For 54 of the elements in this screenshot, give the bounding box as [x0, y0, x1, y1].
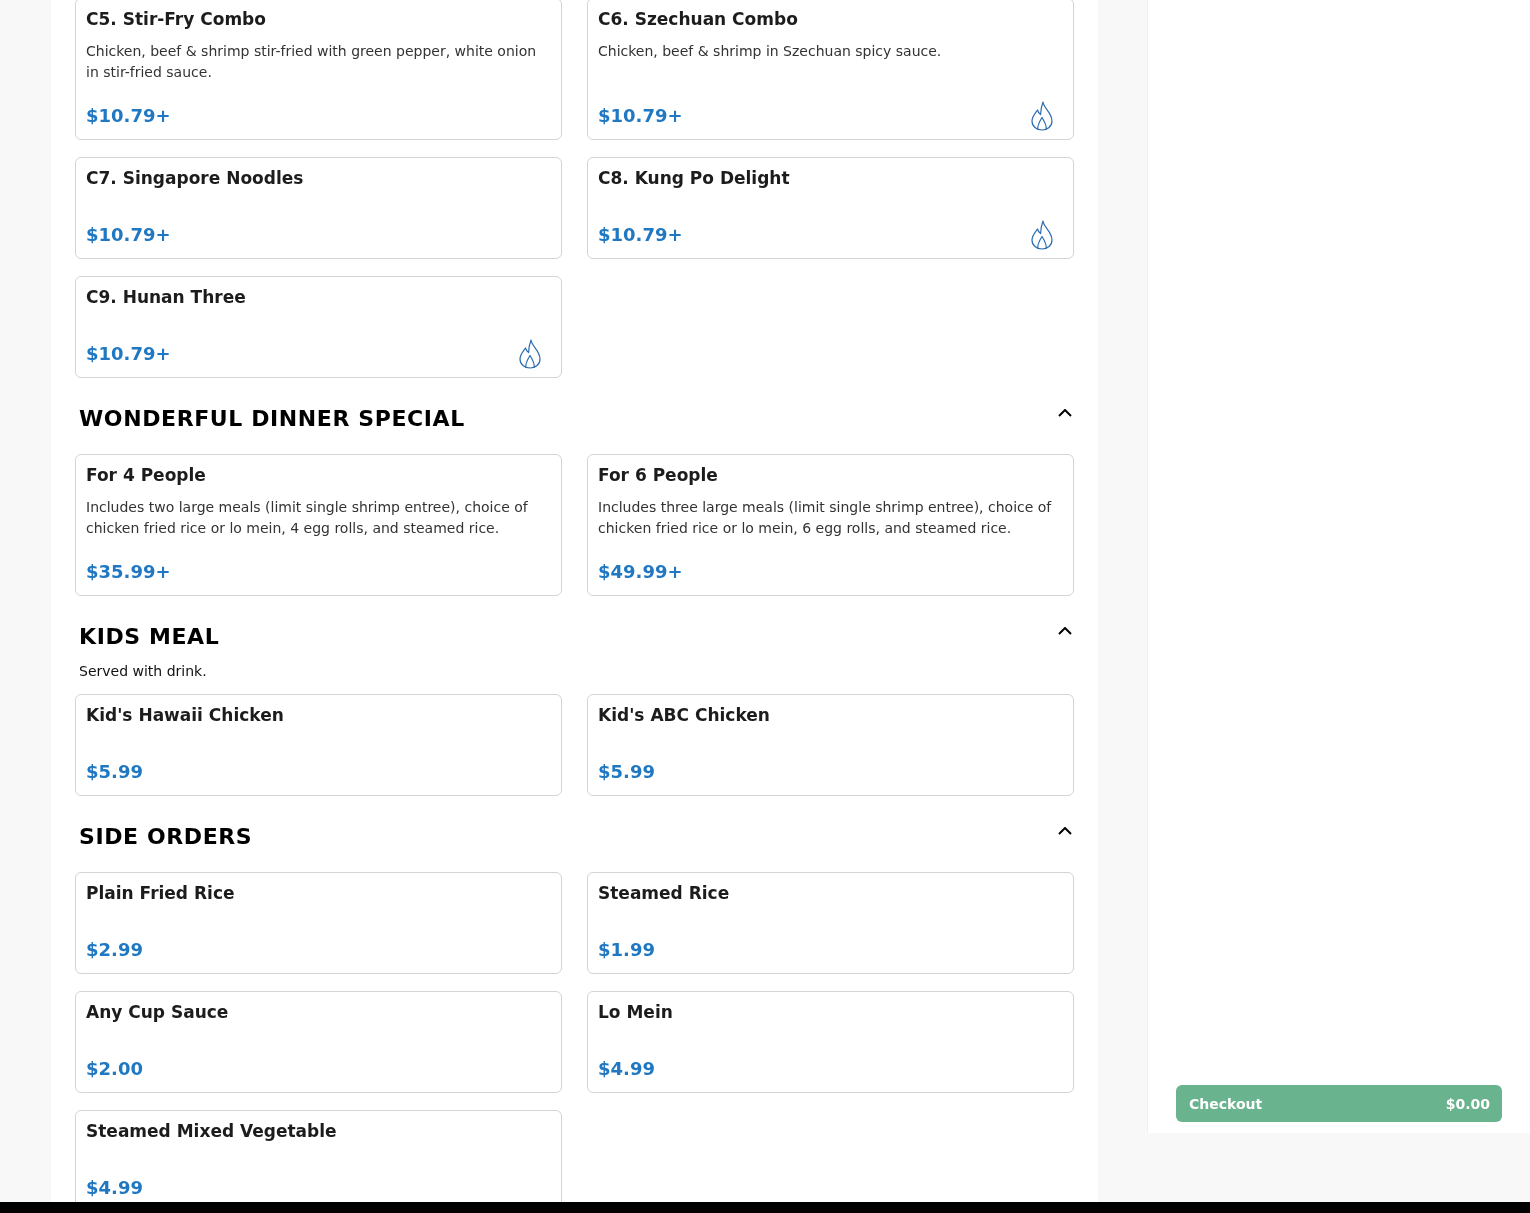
menu-item-card[interactable]: C5. Stir-Fry Combo Chicken, beef & shrimp stir-fried with green pepper, white onion in stir-fried sauce. $10.79+ [75, 0, 562, 140]
item-price: $49.99+ [598, 563, 683, 581]
item-name: Steamed Mixed Vegetable [86, 1120, 338, 1142]
item-price: $10.79+ [86, 107, 171, 125]
menu-item-card[interactable]: Plain Fried Rice $2.99 [75, 872, 562, 974]
chevron-up-icon[interactable] [1058, 627, 1072, 635]
section-title: KIDS MEAL [79, 623, 220, 651]
item-name: C7. Singapore Noodles [86, 167, 305, 189]
menu-item-card[interactable]: For 4 People Includes two large meals (limit single shrimp entree), choice of chicken fried rice or lo mein, 4 egg rolls, and steamed rice. $35.99+ [75, 454, 562, 596]
menu-item-card[interactable]: Any Cup Sauce $2.00 [75, 991, 562, 1093]
chevron-up-icon[interactable] [1058, 409, 1072, 417]
item-name: Kid's ABC Chicken [598, 704, 771, 726]
item-price: $5.99 [86, 763, 143, 781]
item-name: For 4 People [86, 464, 207, 486]
section-title: SIDE ORDERS [79, 823, 253, 851]
item-name: Plain Fried Rice [86, 882, 236, 904]
item-price: $5.99 [598, 763, 655, 781]
menu-item-card[interactable]: Lo Mein $4.99 [587, 991, 1074, 1093]
cart-total: $0.00 [1445, 1095, 1490, 1112]
item-name: Steamed Rice [598, 882, 731, 904]
item-price: $2.99 [86, 941, 143, 959]
chevron-up-icon[interactable] [1058, 827, 1072, 835]
item-price: $4.99 [86, 1179, 143, 1197]
item-name: For 6 People [598, 464, 719, 486]
menu-item-card[interactable]: C7. Singapore Noodles $10.79+ [75, 157, 562, 259]
menu-item-card[interactable]: C8. Kung Po Delight $10.79+ [587, 157, 1074, 259]
item-price: $10.79+ [598, 226, 683, 244]
item-description: Chicken, beef & shrimp stir-fried with green pepper, white onion in stir-fried sauce. [86, 42, 538, 82]
item-description: Chicken, beef & shrimp in Szechuan spicy sauce. [598, 42, 943, 61]
menu-item-card[interactable]: Steamed Rice $1.99 [587, 872, 1074, 974]
item-name: Kid's Hawaii Chicken [86, 704, 285, 726]
item-name: C8. Kung Po Delight [598, 167, 791, 189]
item-name: C9. Hunan Three [86, 286, 247, 308]
item-price: $10.79+ [86, 345, 171, 363]
menu-item-card[interactable]: Kid's ABC Chicken $5.99 [587, 694, 1074, 796]
item-price: $10.79+ [598, 107, 683, 125]
menu-item-card[interactable]: For 6 People Includes three large meals (limit single shrimp entree), choice of chicken fried rice or lo mein, 6 egg rolls, and steamed rice. $49.99+ [587, 454, 1074, 596]
item-name: Lo Mein [598, 1001, 674, 1023]
menu-item-card[interactable]: C6. Szechuan Combo Chicken, beef & shrimp in Szechuan spicy sauce. $10.79+ [587, 0, 1074, 140]
menu-item-card[interactable]: Kid's Hawaii Chicken $5.99 [75, 694, 562, 796]
section-note: Served with drink. [78, 662, 208, 681]
item-price: $2.00 [86, 1060, 143, 1078]
menu-item-card[interactable]: C9. Hunan Three $10.79+ [75, 276, 562, 378]
item-name: Any Cup Sauce [86, 1001, 230, 1023]
item-price: $4.99 [598, 1060, 655, 1078]
item-description: Includes three large meals (limit single shrimp entree), choice of chicken fried rice or lo mein, 6 egg rolls, and steamed rice. [598, 498, 1053, 538]
item-name: C6. Szechuan Combo [598, 8, 799, 30]
item-price: $10.79+ [86, 226, 171, 244]
section-title: WONDERFUL DINNER SPECIAL [79, 405, 465, 433]
item-price: $35.99+ [86, 563, 171, 581]
menu-item-card[interactable]: Steamed Mixed Vegetable $4.99 [75, 1110, 562, 1202]
item-description: Includes two large meals (limit single shrimp entree), choice of chicken fried rice or lo mein, 4 egg rolls, and steamed rice. [86, 498, 529, 538]
item-price: $1.99 [598, 941, 655, 959]
item-name: C5. Stir-Fry Combo [86, 8, 267, 30]
